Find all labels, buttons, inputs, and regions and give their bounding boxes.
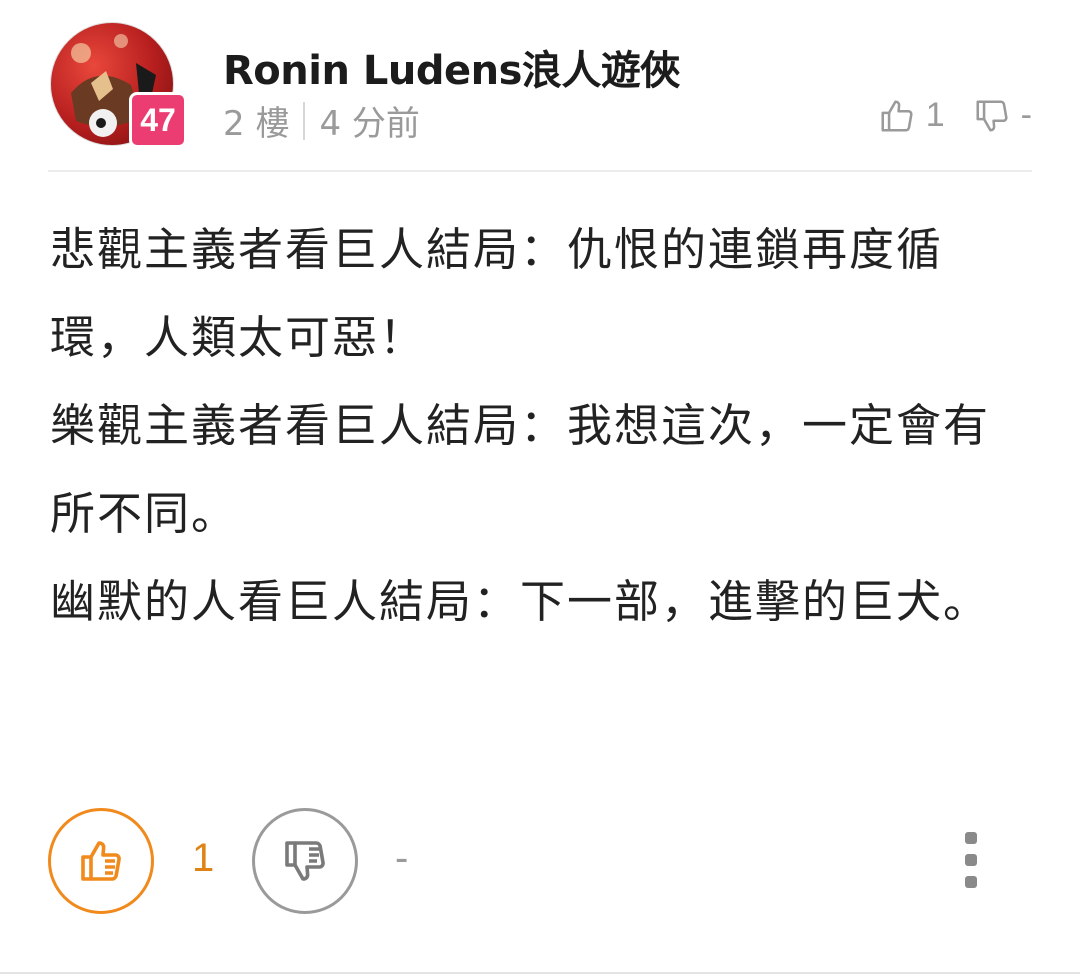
content-line: 悲觀主義者看巨人結局：仇恨的連鎖再度循環，人類太可惡！ <box>50 223 944 364</box>
dislike-count: - <box>395 836 409 880</box>
vote-summary: 1 - <box>878 96 1032 135</box>
thumbs-up-icon <box>81 841 121 881</box>
bottom-divider <box>0 972 1080 974</box>
thumbs-down-icon <box>285 841 325 881</box>
floor-number: 2 樓 <box>223 104 290 144</box>
post-content: 悲觀主義者看巨人結局：仇恨的連鎖再度循環，人類太可惡！ 樂觀主義者看巨人結局：我… <box>50 206 1025 646</box>
thumbs-down-icon <box>973 97 1011 135</box>
like-button[interactable] <box>48 808 154 914</box>
header-divider <box>48 170 1032 172</box>
like-count: 1 <box>192 836 215 880</box>
more-vertical-icon-dot <box>965 876 977 888</box>
thumbs-up-icon <box>878 97 916 135</box>
more-vertical-icon-dot <box>965 854 977 866</box>
content-line: 幽默的人看巨人結局：下一部，進擊的巨犬。 <box>50 575 991 628</box>
author-name[interactable]: Ronin Ludens浪人遊俠 <box>223 38 680 96</box>
level-badge: 47 <box>129 92 187 148</box>
post-time: 4 分前 <box>319 104 420 144</box>
more-vertical-icon-dot <box>965 832 977 844</box>
dislike-count-summary: - <box>1020 96 1032 134</box>
post-meta: 2 樓 4 分前 <box>223 96 420 145</box>
content-line: 樂觀主義者看巨人結局：我想這次，一定會有所不同。 <box>50 399 991 540</box>
meta-divider <box>303 101 306 140</box>
dislike-button[interactable] <box>252 808 358 914</box>
more-options-button[interactable] <box>958 832 984 888</box>
like-count-summary: 1 <box>925 96 945 134</box>
